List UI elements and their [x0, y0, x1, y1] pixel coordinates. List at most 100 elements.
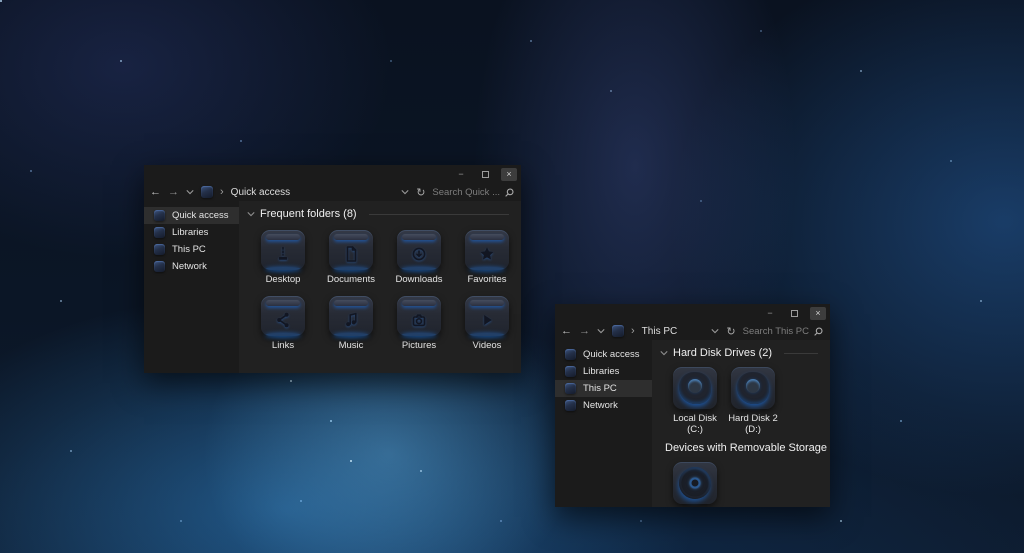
sidebar-item-quick-access[interactable]: Quick access — [144, 207, 239, 224]
forward-button[interactable]: → — [579, 326, 590, 337]
forward-button[interactable]: → — [168, 187, 179, 198]
collapse-chevron-icon[interactable] — [660, 350, 668, 356]
close-icon: × — [506, 170, 511, 179]
recent-locations-chevron-icon[interactable] — [186, 189, 194, 195]
sidebar-item-this-pc[interactable]: This PC — [144, 241, 239, 258]
sidebar-item-quick-access[interactable]: Quick access — [555, 346, 652, 363]
breadcrumb[interactable]: Quick access — [231, 187, 290, 198]
location-icon — [201, 186, 213, 198]
tile-label: Hard Disk 2 (D:) — [724, 414, 782, 436]
sidebar-item-label: Network — [583, 400, 618, 411]
refresh-icon[interactable]: ↻ — [416, 186, 425, 199]
search-icon[interactable] — [813, 326, 824, 337]
group-header-hard-disk-drives[interactable]: Hard Disk Drives (2) — [660, 346, 822, 360]
search-placeholder: Search This PC — [743, 326, 809, 337]
titlebar[interactable]: − × — [144, 165, 521, 183]
folder-tile-links[interactable]: Links — [249, 296, 317, 352]
search-placeholder: Search Quick ... — [432, 187, 500, 198]
close-icon: × — [815, 309, 820, 318]
folder-tile-documents[interactable]: Documents — [317, 230, 385, 286]
drive-tile-hard-disk-2-d[interactable]: Hard Disk 2 (D:) — [724, 367, 782, 436]
drive-tile-local-disk-c[interactable]: Local Disk (C:) — [666, 367, 724, 436]
group-title: Frequent folders (8) — [260, 208, 357, 220]
minimize-icon: − — [458, 170, 463, 179]
sidebar-item-label: Network — [172, 261, 207, 272]
hard-disk-drives-grid: Local Disk (C:) Hard Disk 2 (D:) — [660, 367, 822, 436]
titlebar[interactable]: − × — [555, 304, 830, 322]
tile-label: Pictures — [402, 341, 436, 352]
folder-tile-downloads[interactable]: Downloads — [385, 230, 453, 286]
address-dropdown-chevron-icon[interactable] — [401, 189, 409, 195]
quick-access-icon — [154, 210, 165, 221]
documents-folder-icon — [329, 230, 373, 270]
minimize-icon: − — [767, 309, 772, 318]
folder-view: Frequent folders (8) Desktop Doc — [239, 201, 521, 373]
folder-tile-favorites[interactable]: Favorites — [453, 230, 521, 286]
dvd-drive-icon — [673, 462, 717, 504]
sidebar-item-label: Quick access — [172, 210, 229, 221]
sidebar-item-network[interactable]: Network — [555, 397, 652, 414]
recent-locations-chevron-icon[interactable] — [597, 328, 605, 334]
libraries-icon — [154, 227, 165, 238]
breadcrumb[interactable]: This PC — [642, 326, 678, 337]
navigation-pane: Quick access Libraries This PC Network — [144, 201, 239, 373]
group-divider — [784, 353, 818, 354]
hard-drive-icon — [673, 367, 717, 409]
frequent-folders-grid: Desktop Documents Downloads — [247, 230, 513, 352]
close-button[interactable]: × — [810, 307, 826, 320]
maximize-button[interactable] — [477, 168, 493, 181]
videos-folder-icon — [465, 296, 509, 336]
network-icon — [154, 261, 165, 272]
refresh-icon[interactable]: ↻ — [726, 325, 735, 338]
this-pc-icon — [565, 383, 576, 394]
search-icon[interactable] — [504, 187, 515, 198]
location-icon — [612, 325, 624, 337]
libraries-icon — [565, 366, 576, 377]
desktop-folder-icon — [261, 230, 305, 270]
maximize-icon — [482, 171, 489, 178]
breadcrumb-separator-icon: › — [220, 186, 224, 198]
tile-label: Videos — [473, 341, 502, 352]
sidebar-item-label: Libraries — [172, 227, 208, 238]
this-pc-icon — [154, 244, 165, 255]
group-title: Hard Disk Drives (2) — [673, 347, 772, 359]
tile-label: Desktop — [266, 275, 301, 286]
desktop-wallpaper: − × ← → › Quick access ↻ Search Quick ..… — [0, 0, 1024, 553]
sidebar-item-label: This PC — [583, 383, 617, 394]
tile-label: Links — [272, 341, 294, 352]
drive-tile-dvd-rw-f[interactable]: DVD RW Drive (F:) — [666, 462, 724, 507]
quick-access-icon — [565, 349, 576, 360]
favorites-folder-icon — [465, 230, 509, 270]
sidebar-item-libraries[interactable]: Libraries — [555, 363, 652, 380]
folder-tile-pictures[interactable]: Pictures — [385, 296, 453, 352]
back-button[interactable]: ← — [150, 187, 161, 198]
group-header-frequent-folders[interactable]: Frequent folders (8) — [247, 207, 513, 221]
sidebar-item-label: Libraries — [583, 366, 619, 377]
address-dropdown-chevron-icon[interactable] — [711, 328, 719, 334]
address-toolbar: ← → › This PC ↻ Search This PC — [555, 322, 830, 340]
close-button[interactable]: × — [501, 168, 517, 181]
sidebar-item-this-pc[interactable]: This PC — [555, 380, 652, 397]
minimize-button[interactable]: − — [453, 168, 469, 181]
sidebar-item-libraries[interactable]: Libraries — [144, 224, 239, 241]
folder-tile-music[interactable]: Music — [317, 296, 385, 352]
music-folder-icon — [329, 296, 373, 336]
collapse-chevron-icon[interactable] — [247, 211, 255, 217]
explorer-window-quick-access: − × ← → › Quick access ↻ Search Quick ..… — [144, 165, 521, 373]
address-toolbar: ← → › Quick access ↻ Search Quick ... — [144, 183, 521, 201]
folder-tile-desktop[interactable]: Desktop — [249, 230, 317, 286]
group-divider — [369, 214, 509, 215]
tile-label: Downloads — [396, 275, 443, 286]
search-input[interactable]: Search Quick ... — [432, 187, 515, 198]
downloads-folder-icon — [397, 230, 441, 270]
group-header-removable-storage[interactable]: Devices with Removable Storage (1) — [660, 441, 822, 455]
sidebar-item-network[interactable]: Network — [144, 258, 239, 275]
folder-tile-videos[interactable]: Videos — [453, 296, 521, 352]
back-button[interactable]: ← — [561, 326, 572, 337]
maximize-button[interactable] — [786, 307, 802, 320]
tile-label: Music — [339, 341, 364, 352]
search-input[interactable]: Search This PC — [743, 326, 824, 337]
minimize-button[interactable]: − — [762, 307, 778, 320]
group-title: Devices with Removable Storage (1) — [665, 442, 830, 454]
removable-storage-grid: DVD RW Drive (F:) — [660, 462, 822, 507]
